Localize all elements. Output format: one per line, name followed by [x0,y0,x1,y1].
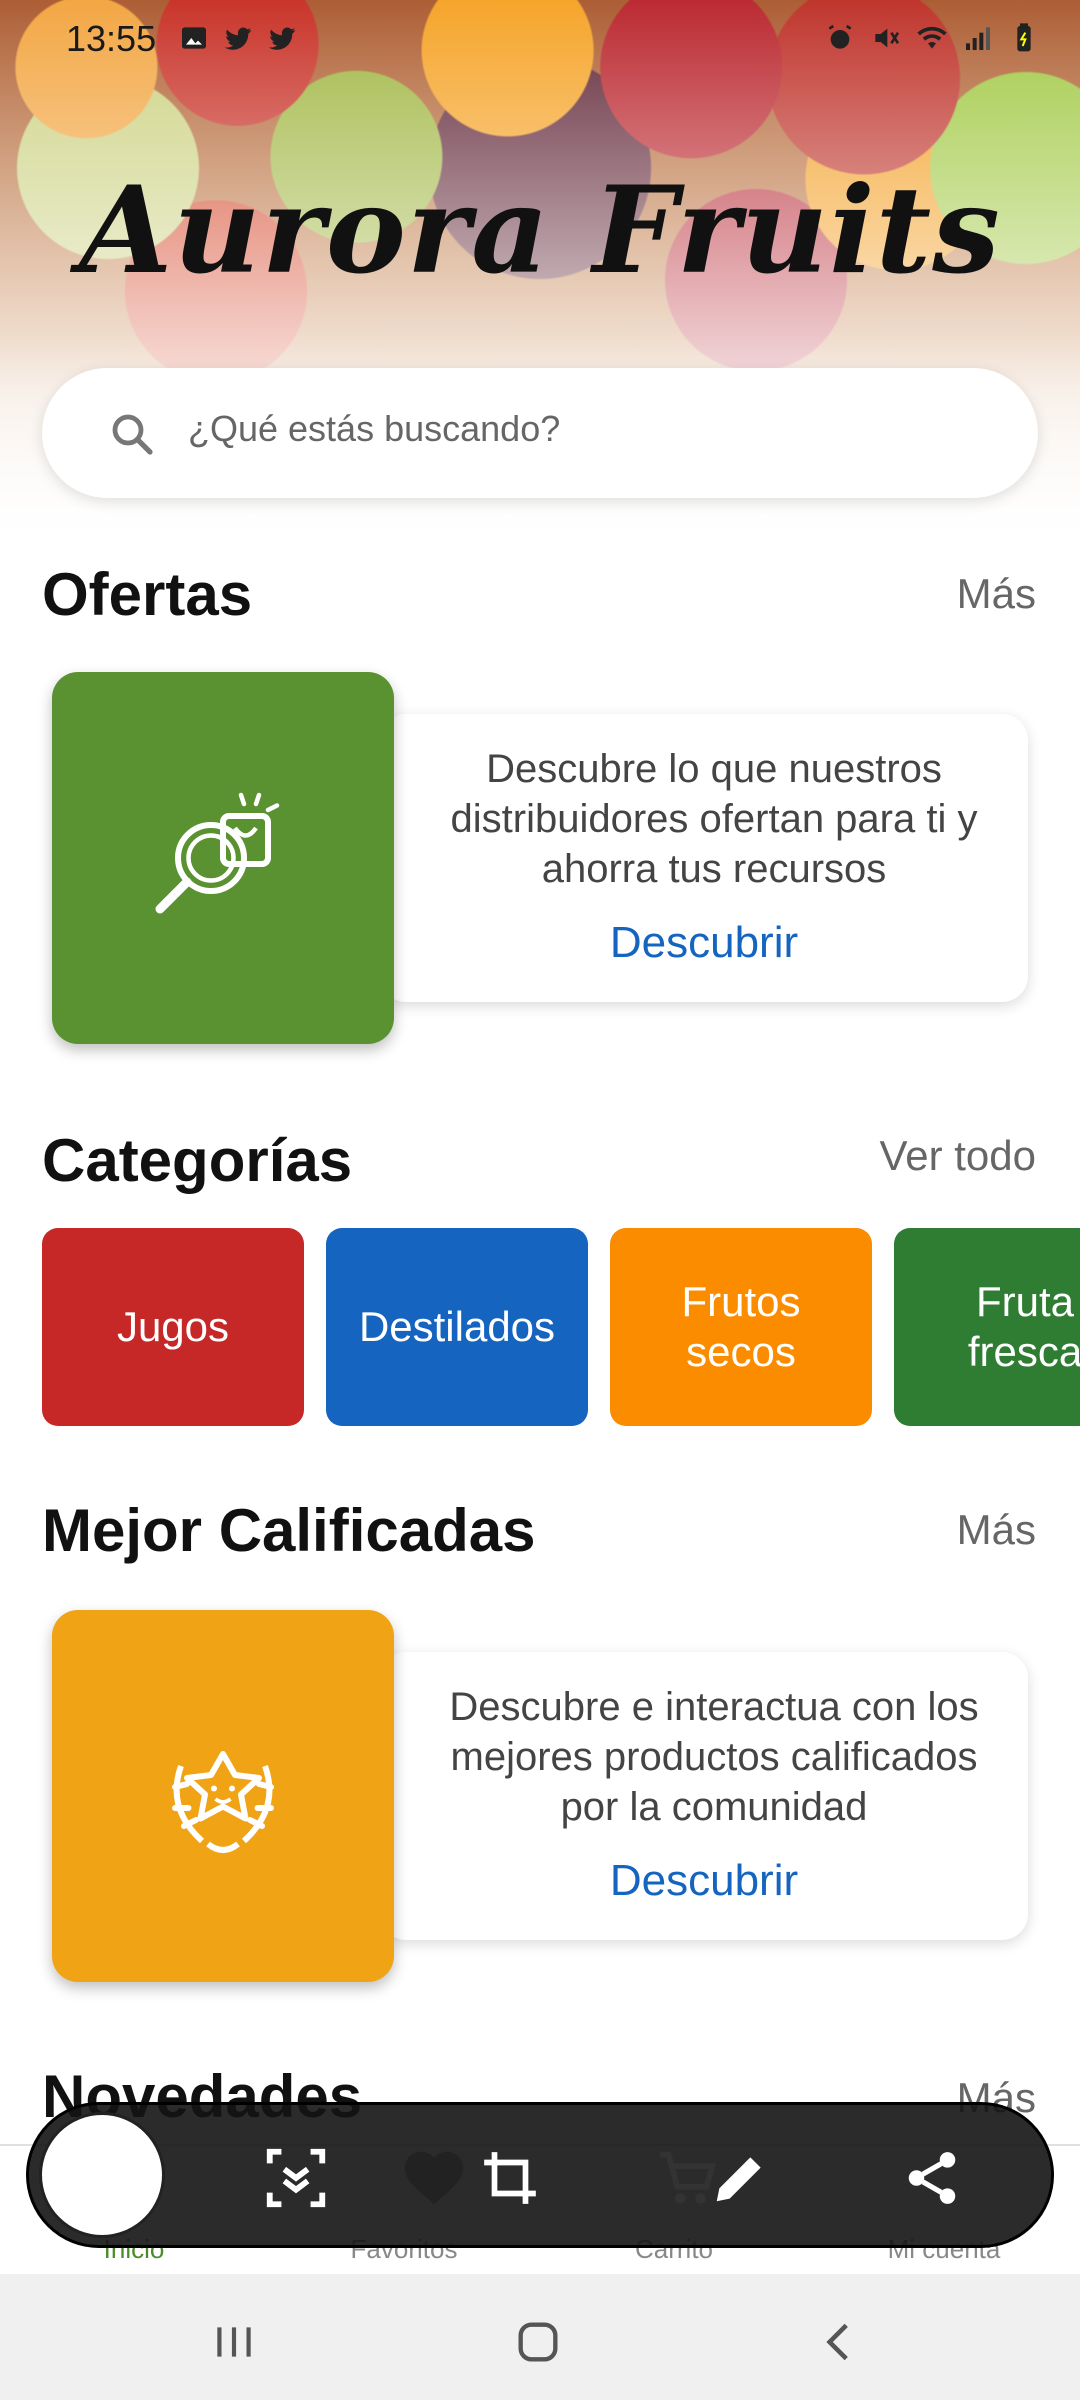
scroll-capture-button[interactable] [261,2143,331,2213]
section-title-categorias: Categorías [42,1127,353,1194]
home-icon [518,2322,558,2362]
ofertas-description: Descubre lo que nuestros distribuidores … [450,747,978,891]
category-jugos[interactable]: Jugos [42,1228,304,1426]
category-destilados[interactable]: Destilados [326,1228,588,1426]
mute-icon [875,28,900,48]
back-button[interactable] [810,2312,870,2372]
gallery-icon [182,27,206,49]
share-button[interactable] [897,2143,967,2213]
ofertas-tile[interactable] [52,672,394,1044]
category-frutos-secos[interactable]: Frutos secos [610,1228,872,1426]
mejor-more-link[interactable]: Más [957,1506,1036,1554]
favorite-overlay-button[interactable] [399,2143,469,2213]
search-bar[interactable]: ¿Qué estás buscando? [42,368,1038,498]
app-logo-title: Aurora Fruits [79,160,1001,301]
wifi-icon [917,26,947,49]
section-title-ofertas: Ofertas [42,561,253,628]
screenshot-thumbnail[interactable] [39,2112,165,2238]
category-fruta-fresca[interactable]: Fruta fresca [894,1228,1080,1426]
ofertas-more-link[interactable]: Más [957,570,1036,618]
alarm-icon [828,24,852,49]
discount-search-icon [155,792,280,914]
battery-icon [1017,23,1031,52]
screenshot-toolbar [26,2102,1054,2248]
mejor-tile[interactable] [52,1610,394,1982]
status-time: 13:55 [66,18,157,59]
signal-icon [966,27,990,50]
search-icon [112,414,153,455]
scroll-capture-icon [266,2148,326,2208]
recent-apps-button[interactable] [204,2312,264,2372]
section-title-mejor-calificadas: Mejor Calificadas [42,1497,536,1564]
pencil-icon [716,2157,761,2202]
draw-button[interactable] [705,2143,775,2213]
mejor-discover-link[interactable]: Descubrir [380,1856,1028,1906]
mejor-description: Descubre e interactua con los mejores pr… [449,1685,979,1829]
search-placeholder: ¿Qué estás buscando? [188,408,561,449]
crop-button[interactable] [475,2143,545,2213]
twitter-icon [268,27,296,50]
home-button[interactable] [508,2312,568,2372]
ofertas-discover-link[interactable]: Descubrir [380,918,1028,968]
system-navigation-bar [0,2274,1080,2400]
share-icon [908,2152,956,2204]
categories-list: Jugos Destilados Frutos secos Fruta fres… [42,1228,1080,1426]
ofertas-card[interactable]: Descubre lo que nuestros distribuidores … [380,714,1028,1002]
crop-icon [484,2152,536,2204]
twitter-icon [224,27,252,50]
mejor-card[interactable]: Descubre e interactua con los mejores pr… [380,1652,1028,1940]
laurel-star-icon [172,1751,274,1853]
back-icon [826,2323,848,2361]
heart-icon [404,2151,464,2205]
categorias-see-all-link[interactable]: Ver todo [880,1132,1036,1180]
status-bar: 13:55 [0,14,1080,64]
recent-apps-icon [217,2327,251,2357]
